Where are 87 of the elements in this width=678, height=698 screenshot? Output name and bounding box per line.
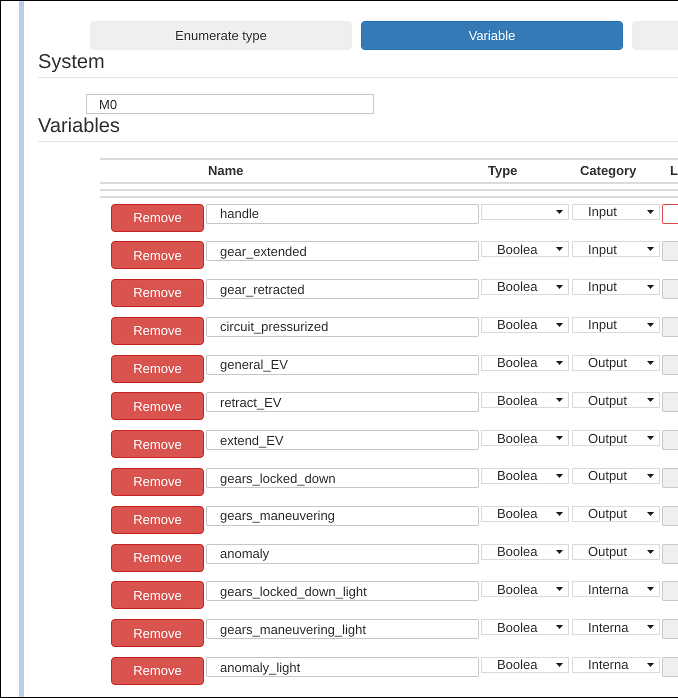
column-header: Category — [580, 162, 638, 180]
dropdown[interactable]: Boolea — [481, 544, 569, 560]
remove-button[interactable]: Remove — [111, 468, 204, 496]
remove-button[interactable]: Remove — [111, 204, 204, 232]
column-header: Type — [488, 162, 518, 180]
caret-icon — [647, 322, 654, 327]
caret-icon — [556, 663, 563, 668]
remove-button[interactable]: Remove — [111, 392, 204, 420]
remove-button[interactable]: Remove — [111, 544, 204, 572]
caret-icon — [647, 436, 654, 440]
name-field[interactable]: gear_extended — [206, 241, 479, 262]
caret-icon — [647, 398, 654, 402]
remove-button[interactable]: Remove — [111, 581, 204, 610]
caret-icon — [556, 550, 563, 554]
column-header: Name — [208, 162, 244, 180]
dropdown[interactable]: Boolea — [481, 241, 569, 258]
name-field[interactable]: gear_retracted — [206, 279, 479, 300]
dropdown[interactable]: Input — [572, 204, 660, 220]
name-field[interactable]: anomaly — [206, 544, 479, 564]
dropdown[interactable]: Output — [572, 468, 660, 484]
caret-icon — [556, 360, 563, 365]
remove-button[interactable]: Remove — [111, 430, 204, 458]
remove-button[interactable]: Remove — [111, 279, 204, 308]
caret-icon — [556, 587, 563, 592]
caret-icon — [647, 360, 654, 365]
caret-icon — [647, 285, 654, 290]
remove-button[interactable]: Remove — [111, 506, 204, 534]
name-field[interactable]: anomaly_light — [206, 657, 479, 678]
name-field[interactable]: retract_EV — [206, 392, 479, 412]
remove-button[interactable]: Remove — [111, 657, 204, 686]
name-field[interactable]: gears_maneuvering_light — [206, 619, 479, 640]
section-heading: Variables — [38, 114, 121, 138]
dropdown[interactable]: Input — [572, 316, 660, 333]
name-field[interactable]: general_EV — [206, 354, 479, 375]
caret-icon — [556, 322, 563, 327]
dropdown[interactable]: Output — [572, 392, 660, 408]
system-name-field[interactable]: M0 — [86, 94, 374, 114]
dropdown[interactable]: Output — [572, 544, 660, 560]
caret-icon — [556, 247, 563, 252]
dropdown[interactable]: Boolea — [481, 657, 569, 674]
remove-button[interactable]: Remove — [111, 241, 204, 270]
caret-icon — [647, 663, 654, 668]
name-field[interactable]: gears_maneuvering — [206, 506, 479, 526]
name-field[interactable]: circuit_pressurized — [206, 316, 479, 337]
caret-icon — [647, 210, 654, 214]
caret-icon — [647, 587, 654, 592]
dropdown[interactable] — [481, 204, 569, 220]
dropdown[interactable]: Boolea — [481, 354, 569, 371]
caret-icon — [556, 210, 563, 214]
dropdown[interactable]: Boolea — [481, 468, 569, 484]
dropdown[interactable]: Input — [572, 279, 660, 296]
dropdown[interactable]: Boolea — [481, 506, 569, 522]
name-field[interactable]: handle — [206, 204, 479, 224]
caret-icon — [647, 550, 654, 554]
name-field[interactable]: extend_EV — [206, 430, 479, 450]
dropdown[interactable]: Output — [572, 506, 660, 522]
caret-icon — [647, 474, 654, 478]
remove-button[interactable]: Remove — [111, 316, 204, 345]
caret-icon — [647, 512, 654, 516]
dropdown[interactable]: Interna — [572, 619, 660, 636]
dropdown[interactable]: Boolea — [481, 392, 569, 408]
dropdown[interactable]: Boolea — [481, 279, 569, 296]
dropdown[interactable]: Interna — [572, 657, 660, 674]
dropdown[interactable]: Interna — [572, 581, 660, 598]
column-header: L — [670, 162, 678, 180]
caret-icon — [556, 474, 563, 478]
caret-icon — [647, 247, 654, 252]
caret-icon — [556, 512, 563, 516]
dropdown[interactable]: Boolea — [481, 619, 569, 636]
remove-button[interactable]: Remove — [111, 354, 204, 383]
name-field[interactable]: gears_locked_down_light — [206, 581, 479, 602]
dropdown[interactable]: Boolea — [481, 581, 569, 598]
dropdown[interactable]: Boolea — [481, 430, 569, 446]
dropdown[interactable]: Boolea — [481, 316, 569, 333]
caret-icon — [556, 436, 563, 440]
tab[interactable]: Enumerate type — [90, 21, 352, 50]
tab[interactable]: Variable — [361, 21, 623, 50]
name-field[interactable]: gears_locked_down — [206, 468, 479, 488]
caret-icon — [556, 625, 563, 630]
dropdown[interactable]: Input — [572, 241, 660, 258]
dropdown[interactable]: Output — [572, 354, 660, 371]
caret-icon — [647, 625, 654, 630]
dropdown[interactable]: Output — [572, 430, 660, 446]
remove-button[interactable]: Remove — [111, 619, 204, 648]
section-heading: System — [38, 50, 106, 74]
caret-icon — [556, 398, 563, 402]
caret-icon — [556, 285, 563, 290]
